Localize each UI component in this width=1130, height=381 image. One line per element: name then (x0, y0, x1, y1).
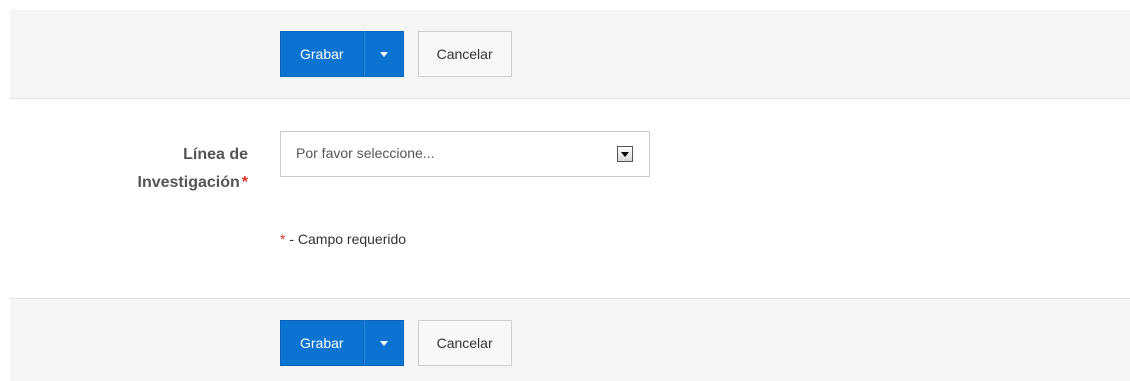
page: Grabar Cancelar Línea de Investigación * … (0, 0, 1130, 381)
bottom-action-bar: Grabar Cancelar (10, 298, 1130, 381)
save-button[interactable]: Grabar (280, 320, 364, 366)
required-asterisk: * (241, 174, 248, 191)
field-label-line2-wrapper: Investigación * (60, 169, 248, 197)
select-value: Por favor seleccione... (296, 145, 435, 161)
required-note-text: - Campo requerido (285, 231, 407, 247)
field-label-linea-investigacion: Línea de Investigación * (60, 141, 248, 197)
cancel-button[interactable]: Cancelar (417, 31, 512, 77)
save-button[interactable]: Grabar (280, 31, 364, 77)
save-options-toggle[interactable] (363, 31, 404, 77)
select-arrow-icon[interactable] (617, 146, 633, 162)
linea-investigacion-select[interactable]: Por favor seleccione... (280, 131, 650, 177)
save-options-toggle[interactable] (363, 320, 404, 366)
chevron-down-icon (379, 51, 388, 57)
chevron-down-icon (379, 340, 388, 346)
bottom-button-group: Grabar Cancelar (280, 320, 512, 366)
triangle-down-icon (621, 151, 629, 157)
field-label-line2: Investigación (137, 174, 240, 191)
required-field-note: * - Campo requerido (280, 231, 406, 247)
top-button-group: Grabar Cancelar (280, 31, 512, 77)
field-label-line1: Línea de (183, 146, 248, 163)
top-action-bar: Grabar Cancelar (10, 10, 1130, 99)
cancel-button[interactable]: Cancelar (417, 320, 512, 366)
